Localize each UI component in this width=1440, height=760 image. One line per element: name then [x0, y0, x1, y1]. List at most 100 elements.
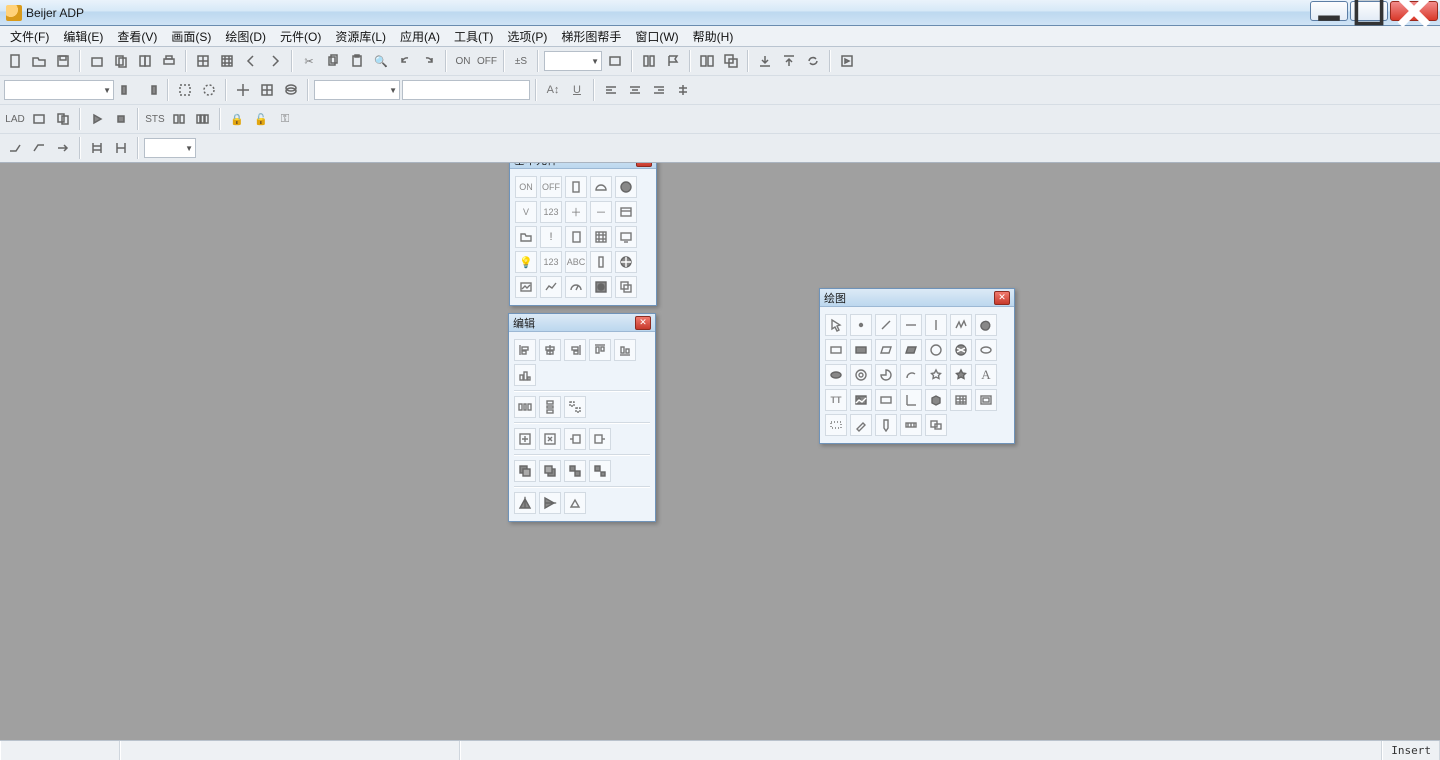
align-right-icon[interactable]	[648, 79, 670, 101]
menu-ladder[interactable]: 梯形图帮手	[555, 26, 627, 47]
align-center-button[interactable]	[539, 339, 561, 361]
info-button[interactable]: !	[540, 226, 562, 248]
tt-button[interactable]: TT	[825, 389, 847, 411]
ruler2-button[interactable]	[900, 414, 922, 436]
target-icon[interactable]	[232, 79, 254, 101]
align-v2-icon[interactable]	[140, 79, 162, 101]
stop-icon[interactable]	[110, 108, 132, 130]
library3-icon[interactable]	[192, 108, 214, 130]
same-size-button[interactable]	[564, 396, 586, 418]
table-button[interactable]	[950, 389, 972, 411]
screens-icon[interactable]	[28, 108, 50, 130]
font-combo[interactable]: ▼	[4, 80, 114, 100]
move-left-button[interactable]	[564, 428, 586, 450]
flip-v-button[interactable]	[539, 492, 561, 514]
bar-button[interactable]	[590, 251, 612, 273]
align-v1-icon[interactable]	[116, 79, 138, 101]
nav-forward-icon[interactable]	[264, 50, 286, 72]
window-tile-icon[interactable]	[696, 50, 718, 72]
dist-v-button[interactable]	[539, 396, 561, 418]
dashrect-icon[interactable]	[174, 79, 196, 101]
menu-window[interactable]: 窗口(W)	[629, 26, 684, 47]
redo-icon[interactable]	[418, 50, 440, 72]
minus-button[interactable]: －	[590, 201, 612, 223]
dotted-rect-button[interactable]	[825, 414, 847, 436]
window-cascade-icon[interactable]	[720, 50, 742, 72]
menu-edit[interactable]: 编辑(E)	[57, 26, 109, 47]
size-combo[interactable]: ▼	[314, 80, 400, 100]
parallelogram-button[interactable]	[875, 339, 897, 361]
rect-fill-button[interactable]	[850, 339, 872, 361]
color-well[interactable]	[402, 80, 530, 100]
frame-button[interactable]	[975, 389, 997, 411]
marker-button[interactable]	[875, 414, 897, 436]
minimize-button[interactable]	[1310, 1, 1348, 21]
close-button[interactable]	[1390, 1, 1438, 21]
ungroup-button[interactable]	[589, 460, 611, 482]
find-icon[interactable]: 🔍	[370, 50, 392, 72]
dashcircle-icon[interactable]	[198, 79, 220, 101]
rect-button[interactable]	[825, 339, 847, 361]
palette-edit-title[interactable]: 编辑 ✕	[509, 314, 655, 332]
rotate-button[interactable]	[564, 492, 586, 514]
lad-icon[interactable]: LAD	[4, 108, 26, 130]
menu-library[interactable]: 资源库(L)	[329, 26, 392, 47]
rect-button[interactable]	[565, 176, 587, 198]
move-right-button[interactable]	[589, 428, 611, 450]
menu-help[interactable]: 帮助(H)	[687, 26, 740, 47]
text-a-icon[interactable]: A↕	[542, 79, 564, 101]
align-right-button[interactable]	[564, 339, 586, 361]
num-button[interactable]: 123	[540, 201, 562, 223]
dot-button[interactable]	[850, 314, 872, 336]
v-button[interactable]: V	[515, 201, 537, 223]
align-left-button[interactable]	[514, 339, 536, 361]
scissors-icon[interactable]: ✂	[298, 50, 320, 72]
menu-file[interactable]: 文件(F)	[4, 26, 55, 47]
menu-tools[interactable]: 工具(T)	[448, 26, 499, 47]
bean-button[interactable]	[975, 314, 997, 336]
globe-button[interactable]	[615, 251, 637, 273]
palette-draw[interactable]: 绘图 ✕	[819, 288, 1015, 444]
arc-button[interactable]	[900, 364, 922, 386]
menu-options[interactable]: 选项(P)	[501, 26, 553, 47]
menu-draw[interactable]: 绘图(D)	[219, 26, 272, 47]
circle-button[interactable]	[925, 339, 947, 361]
grid-large-icon[interactable]	[216, 50, 238, 72]
align-top-button[interactable]	[589, 339, 611, 361]
library2-icon[interactable]	[168, 108, 190, 130]
off-button[interactable]: OFF	[540, 176, 562, 198]
on-button[interactable]: ON	[515, 176, 537, 198]
trend-button[interactable]	[540, 276, 562, 298]
save-icon[interactable]	[52, 50, 74, 72]
zigzag-button[interactable]	[950, 314, 972, 336]
pm-s-btn[interactable]: ±S	[510, 50, 532, 72]
flip-h-button[interactable]	[514, 492, 536, 514]
front-button[interactable]	[514, 460, 536, 482]
star-fill-button[interactable]	[950, 364, 972, 386]
overlap-button[interactable]	[615, 276, 637, 298]
barchart-button[interactable]	[514, 364, 536, 386]
circle-fill-button[interactable]	[615, 176, 637, 198]
menu-screen[interactable]: 画面(S)	[165, 26, 217, 47]
print-icon[interactable]	[158, 50, 180, 72]
dist-h-button[interactable]	[514, 396, 536, 418]
sts-icon[interactable]: STS	[144, 108, 166, 130]
nav-back-icon[interactable]	[240, 50, 262, 72]
sync-icon[interactable]	[802, 50, 824, 72]
grid-small-icon[interactable]	[192, 50, 214, 72]
new-icon[interactable]	[4, 50, 26, 72]
hemi-button[interactable]	[590, 176, 612, 198]
paste-icon[interactable]	[134, 50, 156, 72]
close-icon[interactable]: ✕	[635, 316, 651, 330]
ellipse-fill-button[interactable]	[825, 364, 847, 386]
image-button[interactable]	[850, 389, 872, 411]
ruler-button[interactable]	[900, 389, 922, 411]
palette-basic[interactable]: 基本元件 ✕ ON OFF V 123 ＋ － !	[509, 150, 657, 306]
star-button[interactable]	[925, 364, 947, 386]
folder-button[interactable]	[515, 226, 537, 248]
abc-button[interactable]: ABC	[565, 251, 587, 273]
nudge-in-button[interactable]	[514, 428, 536, 450]
unlock-icon[interactable]: 🔓	[250, 108, 272, 130]
menu-object[interactable]: 元件(O)	[274, 26, 327, 47]
chart-button[interactable]	[515, 276, 537, 298]
